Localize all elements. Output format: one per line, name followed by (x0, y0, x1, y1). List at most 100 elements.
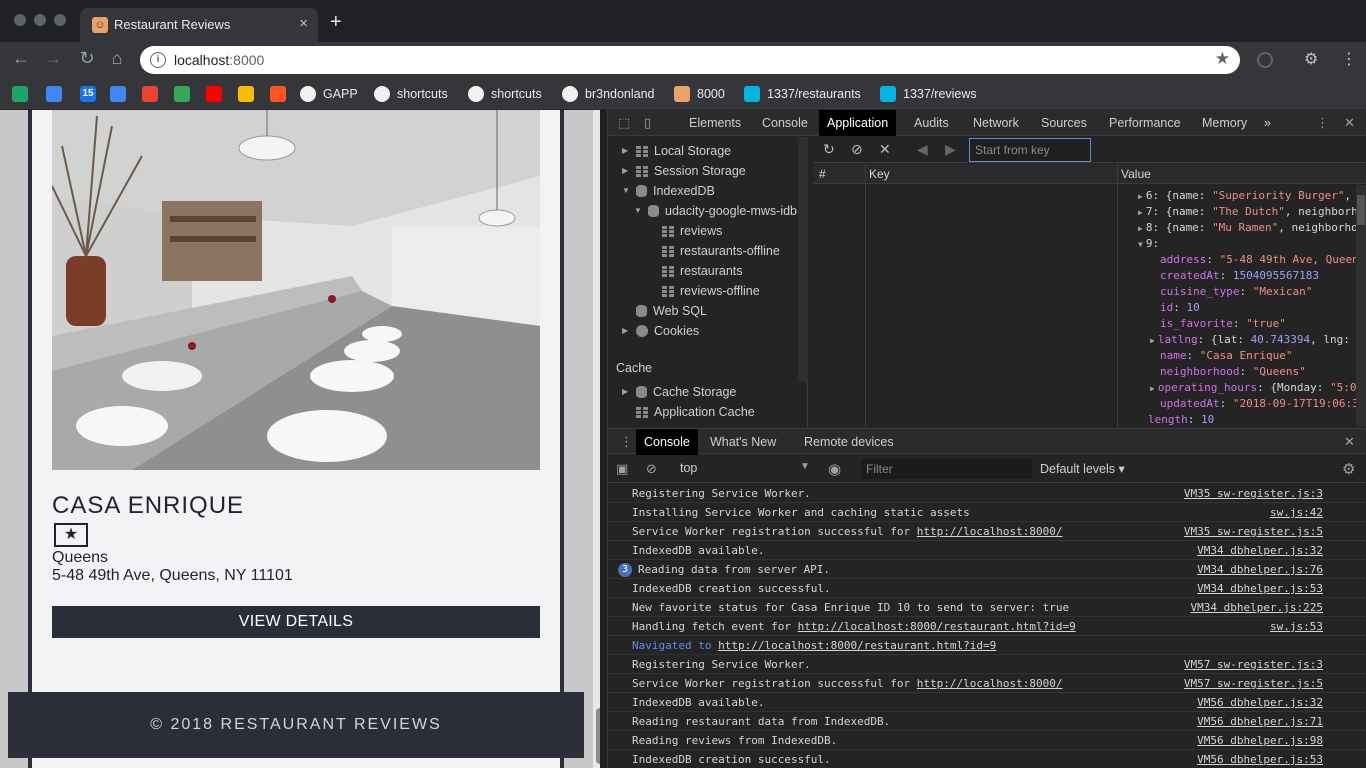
value-line[interactable]: cuisine_type: "Mexican" (1160, 285, 1312, 298)
message-source-link[interactable]: VM57 sw-register.js:3 (1184, 658, 1323, 671)
refresh-icon[interactable]: ↻ (823, 141, 835, 158)
tab-audits[interactable]: Audits (906, 110, 957, 136)
message-source-link[interactable]: VM56 dbhelper.js:98 (1197, 734, 1323, 747)
message-source-link[interactable]: VM56 dbhelper.js:32 (1197, 696, 1323, 709)
tab-network[interactable]: Network (965, 110, 1027, 136)
back-arrow-icon[interactable]: ← (10, 48, 32, 69)
bookmark-item[interactable] (12, 84, 28, 104)
bookmark-item[interactable] (142, 84, 158, 104)
delete-selected-icon[interactable]: ✕ (879, 141, 891, 158)
maximize-window-button[interactable] (54, 14, 66, 26)
expand-triangle-icon[interactable]: ▶ (1138, 224, 1143, 233)
site-info-icon[interactable]: i (150, 52, 166, 68)
value-line[interactable]: id: 10 (1160, 301, 1200, 314)
sidebar-item-store-reviews[interactable]: reviews (648, 221, 722, 241)
forward-arrow-icon[interactable]: → (42, 48, 64, 69)
expand-triangle-icon[interactable]: ▶ (1138, 192, 1143, 201)
sidebar-scrollbar[interactable] (798, 137, 808, 382)
bookmark-item[interactable] (270, 84, 286, 104)
bookmark-item[interactable]: 1337/restaurants (744, 84, 861, 104)
expand-triangle-icon[interactable]: ▶ (622, 161, 632, 181)
collapse-triangle-icon[interactable]: ▼ (622, 181, 632, 201)
bookmark-item[interactable]: br3ndonland (562, 84, 655, 104)
collapse-triangle-icon[interactable]: ▼ (1138, 240, 1143, 249)
value-scrollbar[interactable] (1356, 185, 1366, 427)
sidebar-item-store-reviews-offline[interactable]: reviews-offline (648, 281, 760, 301)
message-source-link[interactable]: sw.js:42 (1270, 506, 1323, 519)
clear-object-store-icon[interactable]: ⊘ (851, 141, 863, 158)
idb-value-cell[interactable]: ▶ 6: {name: "Superiority Burger", ▶ 7: {na… (1118, 185, 1356, 427)
bookmark-item[interactable] (206, 84, 222, 104)
tab-performance[interactable]: Performance (1101, 110, 1189, 136)
next-page-icon[interactable]: ▶ (945, 141, 956, 158)
expand-triangle-icon[interactable]: ▶ (622, 321, 632, 341)
tab-memory[interactable]: Memory (1194, 110, 1255, 136)
favorite-star-button[interactable]: ★ (54, 523, 88, 547)
context-dropdown-icon[interactable]: ▼ (800, 461, 810, 472)
message-source-link[interactable]: VM56 dbhelper.js:53 (1197, 753, 1323, 766)
message-link[interactable]: http://localhost:8000/restaurant.html?id… (798, 620, 1076, 633)
more-tabs-chevron-icon[interactable]: » (1256, 110, 1279, 136)
sidebar-item-store-restaurants[interactable]: restaurants (648, 261, 743, 281)
value-line[interactable]: createdAt: 1504095567183 (1160, 269, 1319, 282)
sidebar-item-local-storage[interactable]: ▶ Local Storage (622, 141, 731, 161)
address-bar[interactable]: i localhost:8000 ★ (140, 46, 1240, 74)
drawer-tab-console[interactable]: Console (636, 429, 698, 455)
reload-icon[interactable]: ↻ (76, 48, 98, 69)
page-scrollbar[interactable] (593, 110, 600, 768)
bookmark-item[interactable]: 15 (80, 84, 96, 104)
expand-triangle-icon[interactable]: ▶ (1150, 384, 1155, 393)
value-line[interactable]: length: 10 (1148, 413, 1214, 426)
expand-triangle-icon[interactable]: ▶ (622, 141, 632, 161)
bookmark-item[interactable]: 8000 (674, 84, 725, 104)
tab-close-icon[interactable]: × (299, 15, 308, 32)
message-source-link[interactable]: VM35 sw-register.js:5 (1184, 525, 1323, 538)
drawer-menu-icon[interactable]: ⋮ (620, 434, 633, 450)
expand-triangle-icon[interactable]: ▶ (1138, 208, 1143, 217)
value-line[interactable]: neighborhood: "Queens" (1160, 365, 1306, 378)
drawer-tab-remote-devices[interactable]: Remote devices (796, 429, 902, 455)
tab-sources[interactable]: Sources (1033, 110, 1095, 136)
value-line[interactable]: address: "5-48 49th Ave, Queen (1160, 253, 1356, 266)
page-scrollbar-thumb[interactable] (596, 708, 600, 764)
live-expression-eye-icon[interactable]: ◉ (828, 460, 841, 478)
message-source-link[interactable]: VM35 sw-register.js:3 (1184, 487, 1323, 500)
message-source-link[interactable]: sw.js:53 (1270, 620, 1323, 633)
value-line[interactable]: ▶ operating_hours: {Monday: "5:0 (1150, 381, 1356, 394)
message-link[interactable]: http://localhost:8000/ (917, 677, 1063, 690)
message-source-link[interactable]: VM34 dbhelper.js:76 (1197, 563, 1323, 576)
device-toolbar-icon[interactable]: ▯ (644, 115, 651, 131)
sidebar-item-store-restaurants-offline[interactable]: restaurants-offline (648, 241, 780, 261)
home-icon[interactable]: ⌂ (106, 48, 128, 69)
value-line[interactable]: ▶ 6: {name: "Superiority Burger", (1138, 189, 1351, 202)
collapse-triangle-icon[interactable]: ▼ (634, 201, 644, 221)
drawer-close-icon[interactable]: ✕ (1344, 434, 1355, 450)
message-source-link[interactable]: VM56 dbhelper.js:71 (1197, 715, 1323, 728)
console-settings-gear-icon[interactable]: ⚙ (1342, 460, 1355, 478)
value-line[interactable]: ▶ 7: {name: "The Dutch", neighborh (1138, 205, 1356, 218)
bookmark-item[interactable]: 1337/reviews (880, 84, 977, 104)
bookmark-item[interactable] (174, 84, 190, 104)
expand-triangle-icon[interactable]: ▶ (622, 382, 632, 402)
bookmark-item[interactable]: shortcuts (374, 84, 448, 104)
console-sidebar-icon[interactable]: ▣ (616, 461, 628, 477)
extension-icon[interactable] (1257, 52, 1273, 68)
message-source-link[interactable]: VM34 dbhelper.js:225 (1191, 601, 1323, 614)
browser-tab-restaurant-reviews[interactable]: ☺ Restaurant Reviews × (80, 8, 318, 42)
new-tab-button[interactable]: + (330, 12, 342, 32)
value-line[interactable]: updatedAt: "2018-09-17T19:06:3 (1160, 397, 1356, 410)
bookmark-item[interactable] (238, 84, 254, 104)
close-window-button[interactable] (14, 14, 26, 26)
expand-triangle-icon[interactable]: ▶ (1150, 336, 1155, 345)
value-line[interactable]: name: "Casa Enrique" (1160, 349, 1292, 362)
value-line[interactable]: ▶ latlng: {lat: 40.743394, lng: (1150, 333, 1350, 346)
start-from-key-input[interactable]: Start from key (969, 138, 1091, 162)
inspect-element-icon[interactable]: ⬚ (618, 115, 630, 131)
sidebar-item-session-storage[interactable]: ▶ Session Storage (622, 161, 746, 181)
message-link[interactable]: http://localhost:8000/restaurant.html?id… (718, 639, 996, 652)
browser-menu-icon[interactable]: ⋮ (1341, 49, 1357, 69)
message-link[interactable]: http://localhost:8000/ (917, 525, 1063, 538)
view-details-button[interactable]: VIEW DETAILS (52, 606, 540, 638)
sidebar-item-idb-database[interactable]: ▼ udacity-google-mws-idb (634, 201, 797, 221)
context-selector[interactable]: top (680, 461, 697, 475)
